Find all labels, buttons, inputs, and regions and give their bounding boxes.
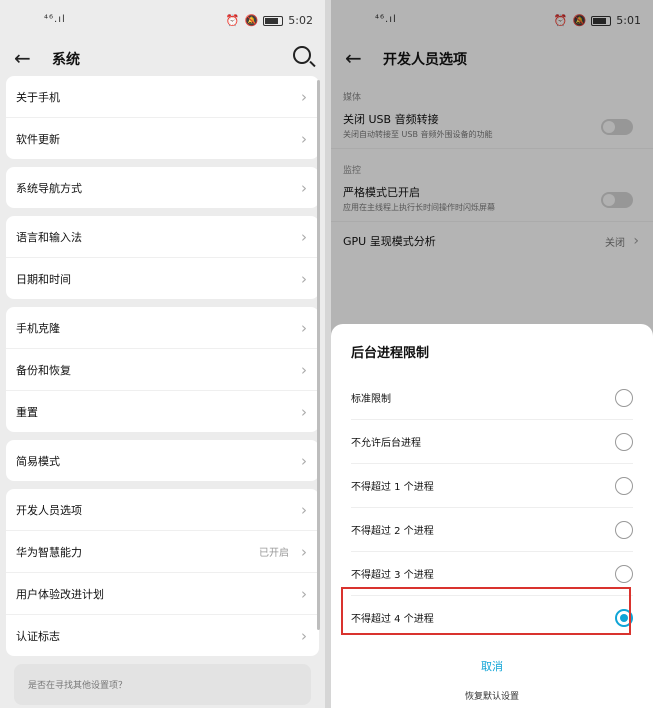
settings-item[interactable]: 备份和恢复 ›: [6, 349, 319, 391]
settings-item-label: 手机克隆: [16, 321, 60, 335]
chevron-right-icon: ›: [301, 584, 307, 603]
radio-option-label: 标准限制: [351, 394, 391, 405]
settings-item-label: 备份和恢复: [16, 363, 71, 377]
chevron-right-icon: ›: [301, 269, 307, 288]
chevron-right-icon: ›: [301, 360, 307, 379]
system-settings-screen: ⁴⁶.ıl ⏰ 🔕 5:02 ← 系统 关于手机 › 软件更新 › 系统导航方式 › 语言和…: [0, 0, 325, 708]
settings-item[interactable]: 简易模式 ›: [6, 440, 319, 481]
settings-group: 关于手机 › 软件更新 ›: [6, 76, 319, 159]
alarm-icon: ⏰: [225, 14, 240, 27]
chevron-right-icon: ›: [301, 500, 307, 519]
settings-item-label: 语言和输入法: [16, 230, 82, 244]
radio-option[interactable]: 标准限制: [351, 376, 633, 420]
settings-item-label: 认证标志: [16, 629, 60, 643]
settings-item-label: 关于手机: [16, 90, 60, 104]
radio-option-label: 不得超过 3 个进程: [351, 570, 434, 581]
cancel-button[interactable]: 取消: [331, 658, 653, 674]
app-bar: ← 系统: [0, 42, 325, 76]
dialog-title: 后台进程限制: [351, 346, 430, 361]
chevron-right-icon: ›: [301, 451, 307, 470]
settings-item[interactable]: 日期和时间 ›: [6, 258, 319, 299]
settings-group: 系统导航方式 ›: [6, 167, 319, 208]
settings-item-label: 用户体验改进计划: [16, 587, 104, 601]
radio-unselected-icon[interactable]: [615, 476, 633, 495]
settings-item-label: 华为智慧能力: [16, 545, 82, 559]
settings-group: 语言和输入法 › 日期和时间 ›: [6, 216, 319, 299]
signal-icon: ⁴⁶.ıl: [44, 14, 66, 25]
settings-list: 关于手机 › 软件更新 › 系统导航方式 › 语言和输入法 › 日期和时间 › 手机克隆 › 备份和恢复…: [0, 76, 325, 656]
search-suggestion-card[interactable]: 是否在寻找其他设置项？: [14, 664, 311, 705]
selection-highlight-box: [341, 587, 631, 635]
chevron-right-icon: ›: [301, 129, 307, 148]
settings-item[interactable]: 软件更新 ›: [6, 118, 319, 159]
chevron-right-icon: ›: [301, 402, 307, 421]
background-process-limit-dialog: 后台进程限制 标准限制不允许后台进程不得超过 1 个进程 不得超过 2 个进程 不得…: [331, 324, 653, 708]
chevron-right-icon: ›: [301, 542, 307, 561]
settings-item-label: 系统导航方式: [16, 181, 82, 195]
restore-defaults-button[interactable]: 恢复默认设置: [331, 689, 653, 702]
clock: 5:02: [288, 14, 313, 27]
battery-icon: [263, 15, 284, 26]
radio-unselected-icon[interactable]: [615, 388, 633, 407]
status-bar: ⁴⁶.ıl ⏰ 🔕 5:02: [0, 0, 325, 42]
settings-group: 手机克隆 › 备份和恢复 › 重置 ›: [6, 307, 319, 432]
chevron-right-icon: ›: [301, 318, 307, 337]
radio-unselected-icon[interactable]: [615, 520, 633, 539]
radio-option[interactable]: 不得超过 2 个进程: [351, 508, 633, 552]
settings-item-label: 软件更新: [16, 132, 60, 146]
settings-item-label: 重置: [16, 405, 38, 419]
radio-unselected-icon[interactable]: [615, 564, 633, 583]
radio-option[interactable]: 不允许后台进程: [351, 420, 633, 464]
settings-item-label: 开发人员选项: [16, 503, 82, 517]
settings-item-status: 已开启: [259, 548, 289, 559]
chevron-right-icon: ›: [301, 87, 307, 106]
settings-group: 简易模式 ›: [6, 440, 319, 481]
radio-option-label: 不得超过 1 个进程: [351, 482, 434, 493]
radio-unselected-icon[interactable]: [615, 432, 633, 451]
search-icon[interactable]: [293, 46, 311, 64]
settings-item[interactable]: 系统导航方式 ›: [6, 167, 319, 208]
page-title: 系统: [52, 52, 80, 68]
back-arrow-icon[interactable]: ←: [14, 46, 31, 70]
settings-item[interactable]: 重置 ›: [6, 391, 319, 432]
settings-item-label: 日期和时间: [16, 272, 71, 286]
settings-item[interactable]: 手机克隆 ›: [6, 307, 319, 349]
radio-option-label: 不允许后台进程: [351, 438, 421, 449]
radio-option-label: 不得超过 2 个进程: [351, 526, 434, 537]
settings-item-label: 简易模式: [16, 454, 60, 468]
chevron-right-icon: ›: [301, 626, 307, 645]
chevron-right-icon: ›: [301, 227, 307, 246]
settings-group: 开发人员选项 › 华为智慧能力 已开启 › 用户体验改进计划 › 认证标志 ›: [6, 489, 319, 656]
developer-options-screen: ⁴⁶.ıl ⏰ 🔕 5:01 ← 开发人员选项 媒体 关闭 USB 音频转接 关…: [331, 0, 653, 708]
settings-item[interactable]: 语言和输入法 ›: [6, 216, 319, 258]
settings-item[interactable]: 开发人员选项 ›: [6, 489, 319, 531]
mute-icon: 🔕: [244, 14, 259, 27]
settings-item[interactable]: 认证标志 ›: [6, 615, 319, 656]
settings-item[interactable]: 华为智慧能力 已开启 ›: [6, 531, 319, 573]
settings-item[interactable]: 关于手机 ›: [6, 76, 319, 118]
settings-item[interactable]: 用户体验改进计划 ›: [6, 573, 319, 615]
radio-option[interactable]: 不得超过 1 个进程: [351, 464, 633, 508]
scrollbar[interactable]: [317, 80, 320, 630]
chevron-right-icon: ›: [301, 178, 307, 197]
